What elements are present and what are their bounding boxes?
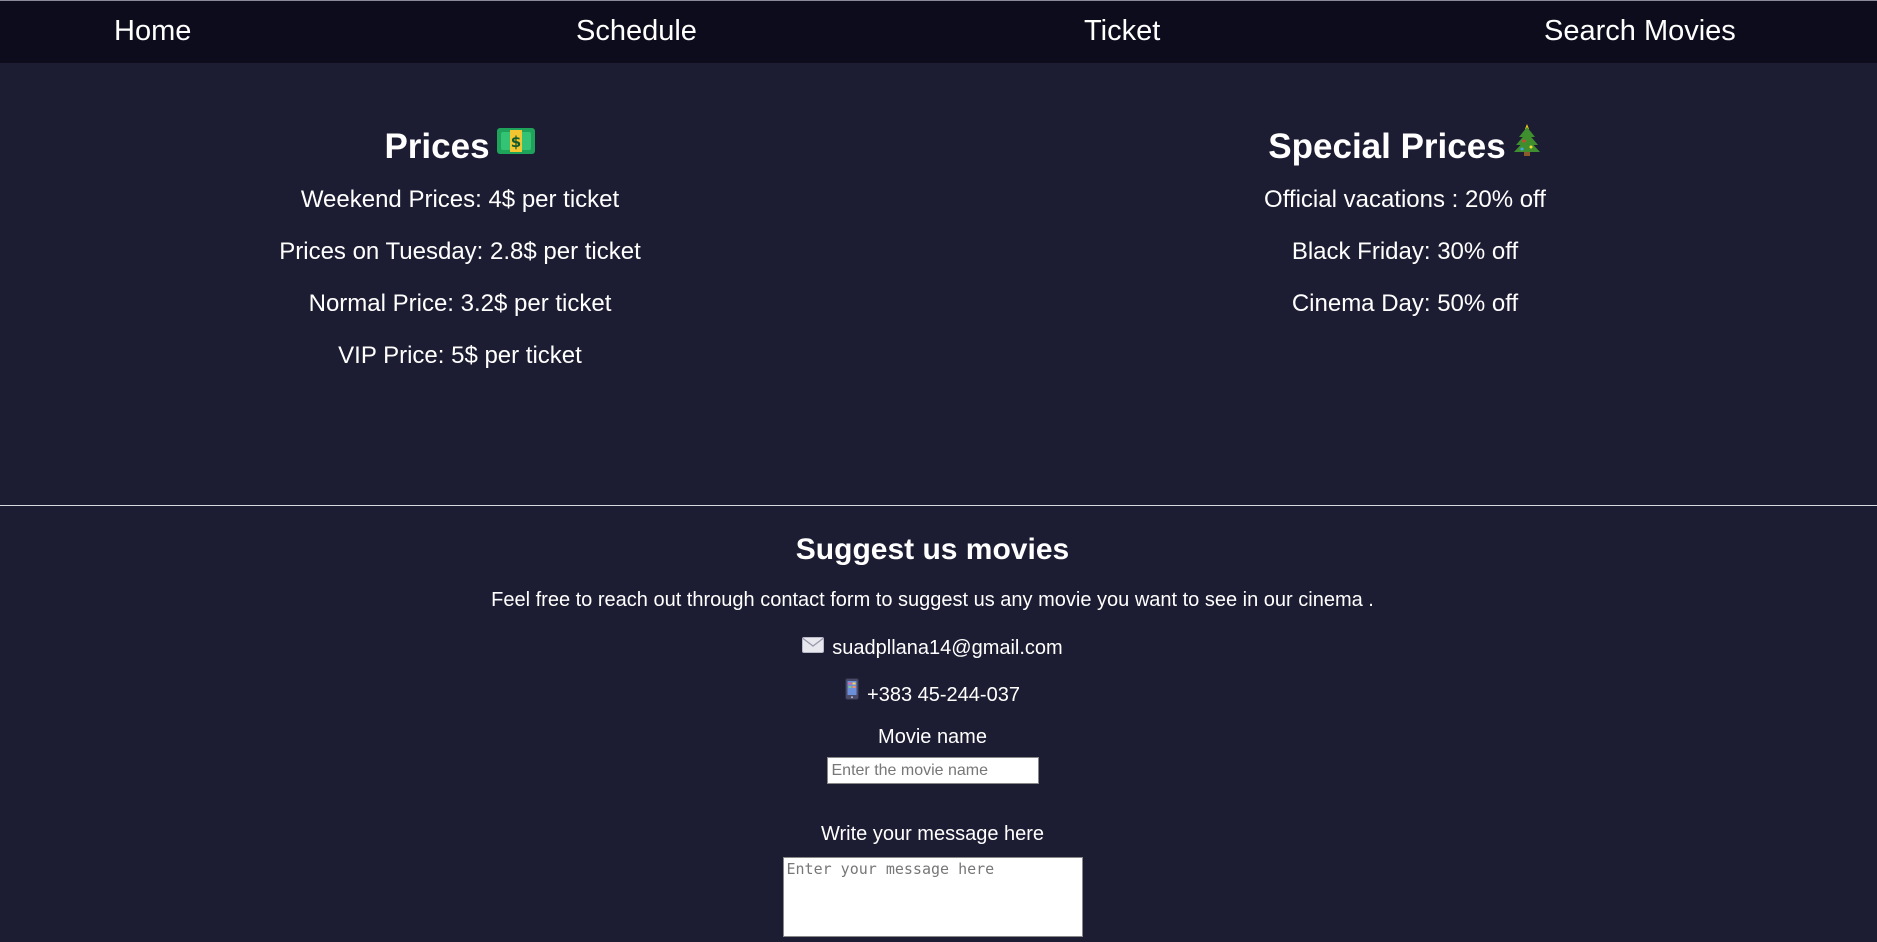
special-prices-title: Special Prices	[1268, 127, 1506, 166]
suggest-description: Feel free to reach out through contact f…	[491, 589, 1374, 611]
nav-ticket[interactable]: Ticket	[1084, 15, 1160, 48]
envelope-icon	[802, 632, 825, 662]
special-prices-section: Special Prices Official vacations : 20% …	[1205, 122, 1605, 328]
prices-heading: Prices $	[260, 122, 660, 172]
mobile-phone-icon	[845, 678, 860, 709]
price-line: Normal Price: 3.2$ per ticket	[308, 290, 612, 317]
nav-home[interactable]: Home	[114, 15, 191, 48]
special-price-line: Cinema Day: 50% off	[1291, 290, 1519, 317]
prices-section: Prices $ Weekend Prices: 4$ per ticket Pr…	[260, 122, 660, 380]
section-divider	[0, 505, 1877, 506]
suggest-section: Suggest us movies Feel free to reach out…	[0, 530, 1865, 942]
special-prices-heading: Special Prices	[1205, 122, 1605, 172]
nav-search-movies[interactable]: Search Movies	[1544, 15, 1736, 48]
suggest-title: Suggest us movies	[795, 533, 1070, 566]
price-line: VIP Price: 5$ per ticket	[338, 342, 582, 369]
money-banknote-icon: $	[496, 121, 536, 171]
movie-name-input[interactable]	[826, 757, 1039, 784]
phone-number: +383 45-244-037	[867, 684, 1020, 706]
top-navbar: Home Schedule Ticket Search Movies	[0, 0, 1877, 63]
email-address: suadpllana14@gmail.com	[832, 637, 1063, 659]
movie-name-label: Movie name	[878, 726, 987, 748]
christmas-tree-icon	[1512, 121, 1542, 171]
message-label: Write your message here	[820, 823, 1045, 845]
email-line: suadpllana14@gmail.com	[0, 633, 1865, 663]
prices-title: Prices	[384, 127, 490, 166]
nav-schedule[interactable]: Schedule	[576, 15, 697, 48]
message-textarea[interactable]	[782, 857, 1083, 937]
price-line: Prices on Tuesday: 2.8$ per ticket	[279, 238, 641, 265]
special-price-line: Black Friday: 30% off	[1291, 238, 1519, 265]
special-price-line: Official vacations : 20% off	[1264, 186, 1546, 213]
price-line: Weekend Prices: 4$ per ticket	[300, 186, 620, 213]
phone-line: +383 45-244-037	[0, 678, 1865, 710]
svg-text:$: $	[510, 133, 520, 151]
